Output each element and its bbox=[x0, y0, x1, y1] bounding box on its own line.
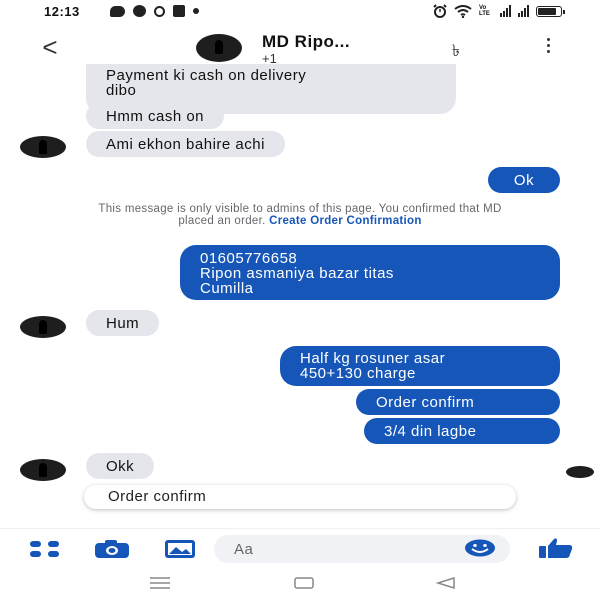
alarm-icon bbox=[433, 4, 447, 18]
dot-icon bbox=[193, 8, 199, 14]
create-order-confirmation-link[interactable]: Create Order Confirmation bbox=[269, 215, 422, 227]
signal-icon-2 bbox=[518, 5, 529, 17]
status-time: 12:13 bbox=[44, 4, 80, 19]
message-bubble-m8[interactable]: Order confirm bbox=[356, 389, 560, 415]
ring-icon bbox=[154, 5, 165, 17]
message-bubble-m4[interactable]: Ok bbox=[488, 167, 560, 193]
avatar[interactable] bbox=[20, 459, 66, 481]
message-line: 3/4 din lagbe bbox=[384, 423, 477, 440]
messenger-icon bbox=[133, 5, 146, 17]
recent-apps-icon[interactable] bbox=[148, 576, 172, 590]
wifi-icon bbox=[454, 4, 472, 18]
message-line: 01605776658 bbox=[200, 250, 298, 267]
notification-icons bbox=[110, 5, 199, 17]
volte-label: Vo LTE bbox=[479, 5, 490, 17]
battery-icon bbox=[536, 5, 565, 17]
facebook-icon bbox=[173, 5, 185, 17]
back-icon[interactable] bbox=[434, 576, 458, 590]
message-line: Hmm cash on bbox=[106, 108, 205, 125]
message-line: 450+130 charge bbox=[300, 365, 416, 382]
suggested-reply[interactable]: Order confirm bbox=[84, 485, 516, 509]
home-icon[interactable] bbox=[292, 576, 316, 590]
signal-icon bbox=[500, 5, 511, 17]
contact-name[interactable]: MD Ripo... bbox=[262, 32, 350, 52]
system-nav-bar bbox=[0, 568, 600, 600]
message-bubble-m5[interactable]: 01605776658 Ripon asmaniya bazar titas C… bbox=[180, 245, 560, 300]
avatar[interactable] bbox=[20, 136, 66, 158]
message-line: Cumilla bbox=[200, 280, 254, 297]
message-line: Payment ki cash on delivery bbox=[106, 67, 307, 84]
image-icon[interactable] bbox=[164, 539, 196, 559]
menu-grid-icon[interactable] bbox=[30, 541, 62, 557]
seen-avatar bbox=[566, 466, 594, 478]
more-vertical-icon[interactable] bbox=[546, 38, 552, 56]
emoji-icon[interactable] bbox=[464, 539, 496, 557]
admin-notice: This message is only visible to admins o… bbox=[90, 203, 510, 227]
message-line: Ami ekhon bahire achi bbox=[106, 136, 265, 153]
message-input-placeholder: Aa bbox=[234, 541, 254, 558]
message-line: Okk bbox=[106, 458, 135, 475]
message-line: Ok bbox=[513, 172, 535, 189]
message-bubble-m6[interactable]: Hum bbox=[86, 310, 160, 336]
camera-icon[interactable] bbox=[94, 539, 130, 559]
message-icon bbox=[110, 5, 125, 17]
message-line: Hum bbox=[106, 315, 140, 332]
message-line: Ripon asmaniya bazar titas bbox=[200, 265, 394, 282]
message-bubble-m10[interactable]: Okk bbox=[86, 453, 155, 479]
message-bubble-m2[interactable]: Hmm cash on bbox=[86, 103, 225, 129]
message-bubble-m9[interactable]: 3/4 din lagbe bbox=[364, 418, 560, 444]
message-line: Half kg rosuner asar bbox=[300, 350, 446, 367]
avatar[interactable] bbox=[196, 34, 242, 62]
status-bar: 12:13 Vo LTE bbox=[0, 0, 600, 24]
message-line: Order confirm bbox=[376, 394, 475, 411]
taka-icon[interactable]: ৳ bbox=[452, 38, 460, 65]
like-icon[interactable] bbox=[538, 537, 574, 559]
message-bubble-m3[interactable]: Ami ekhon bahire achi bbox=[86, 131, 285, 157]
message-bubble-m7[interactable]: Half kg rosuner asar 450+130 charge bbox=[280, 346, 560, 386]
system-icons: Vo LTE bbox=[433, 4, 565, 18]
message-line: dibo bbox=[106, 82, 137, 99]
avatar[interactable] bbox=[20, 316, 66, 338]
back-arrow-icon[interactable]: < bbox=[38, 32, 62, 62]
composer-bar: Aa bbox=[0, 528, 600, 569]
